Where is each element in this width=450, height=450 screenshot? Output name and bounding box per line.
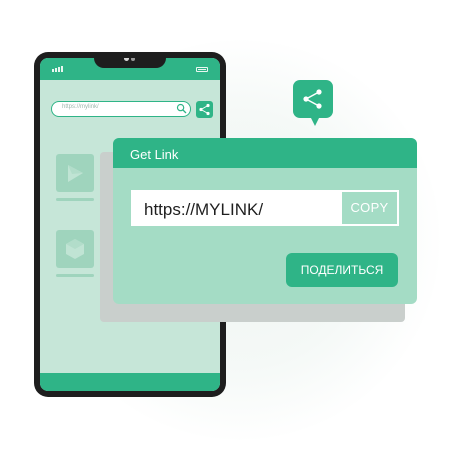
- phone-search-text: https://mylink/: [62, 104, 99, 110]
- dialog-header: Get Link: [113, 138, 417, 168]
- thumbnail-caption-line: [56, 198, 94, 201]
- copy-button[interactable]: COPY: [342, 192, 397, 224]
- sensor-icon: [131, 58, 135, 61]
- phone-notch: [94, 58, 166, 68]
- dialog-title: Get Link: [130, 147, 179, 162]
- share-button-label: ПОДЕЛИТЬСЯ: [300, 263, 384, 277]
- hexagon-shape-icon: [66, 239, 84, 259]
- camera-icon: [124, 58, 129, 61]
- get-link-dialog: Get Link https://MYLINK/ COPY ПОДЕЛИТЬСЯ: [113, 138, 417, 304]
- triangle-shape-icon: [68, 165, 83, 182]
- link-url-text: https://MYLINK/: [144, 200, 264, 219]
- share-icon: [303, 89, 322, 109]
- phone-bottom-bar: [40, 373, 220, 391]
- thumbnail-triangle[interactable]: [56, 154, 94, 192]
- signal-icon: [52, 66, 63, 72]
- search-icon[interactable]: [176, 103, 187, 114]
- share-badge[interactable]: [293, 80, 333, 126]
- thumbnail-hexagon[interactable]: [56, 230, 94, 268]
- phone-share-button[interactable]: [196, 101, 213, 118]
- share-button[interactable]: ПОДЕЛИТЬСЯ: [286, 253, 398, 287]
- copy-button-label: COPY: [350, 200, 389, 215]
- thumbnail-caption-line: [56, 274, 94, 277]
- link-url-field[interactable]: https://MYLINK/ COPY: [131, 190, 399, 226]
- phone-search-bar[interactable]: https://mylink/: [51, 101, 191, 117]
- share-icon: [199, 103, 210, 116]
- battery-icon: [196, 67, 208, 72]
